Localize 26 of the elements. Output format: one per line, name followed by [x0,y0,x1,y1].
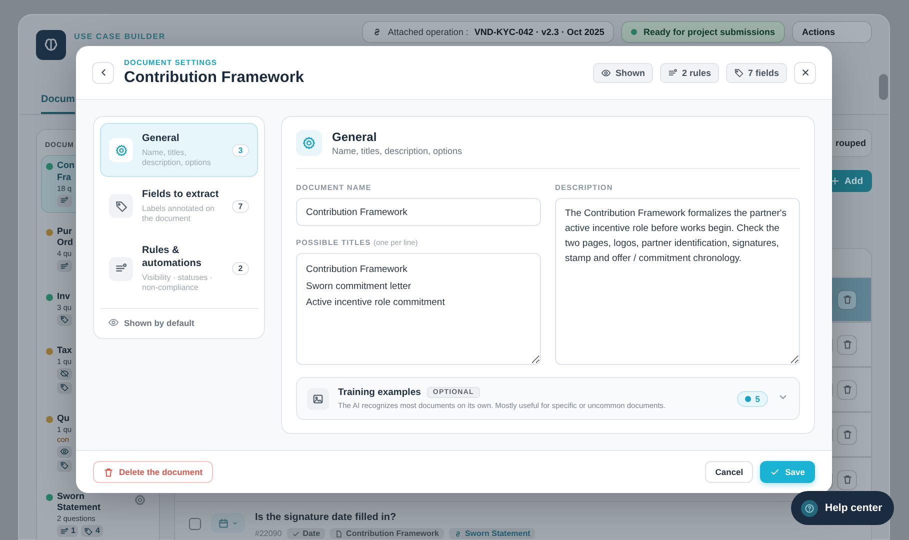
document-name: Con [57,160,74,171]
summary-badge: 2 rules [660,62,719,83]
example-count-badge: 5 [737,390,768,407]
document-name: Statement [57,502,102,514]
visibility-note: Shown by default [124,318,194,328]
section-title: General [332,130,378,144]
type-tag: Date [286,528,326,539]
count-chip: 4 [81,525,103,538]
summary-badge: 7 fields [726,62,787,83]
document-name: Fra [57,172,72,183]
question-text: Is the signature date filled in? [255,512,398,523]
document-tag: Contribution Framework [330,528,444,539]
document-name: Pur [57,226,74,236]
app-eyebrow: USE CASE BUILDER [74,32,166,41]
document-name: Inv [57,291,72,302]
dialog-title: Contribution Framework [124,69,304,88]
status-chip: Ready for project submissions [621,21,785,43]
document-name: Sworn [57,490,86,502]
document-name: Qu [57,412,70,424]
document-name: Ord [57,237,74,248]
document-name: Tax [57,344,72,356]
question-number: #22090 [255,529,282,538]
section-subtitle: Name, titles, description, options [332,146,462,156]
training-title: Training examples [338,387,421,398]
summary-badge: Shown [593,62,653,83]
count-chip: 1 [57,525,78,538]
